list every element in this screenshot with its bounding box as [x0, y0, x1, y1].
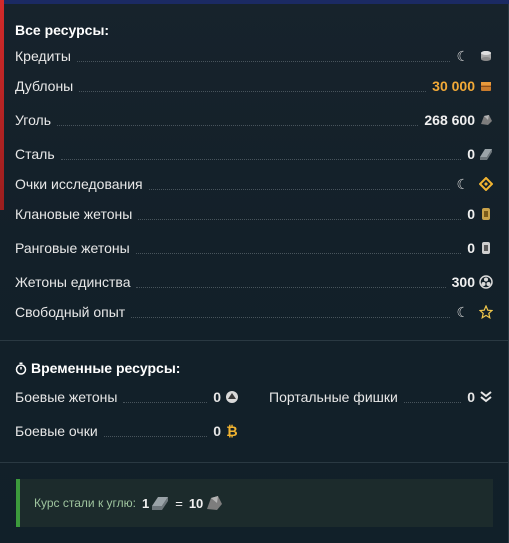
coal-amount: 10: [188, 495, 204, 511]
clan-token-icon: [482, 208, 490, 220]
dotted-leader: [138, 218, 462, 220]
resource-label: Сталь: [15, 146, 55, 162]
credits-icon: [481, 51, 491, 61]
temporary-resources-title: Временные ресурсы:: [31, 360, 181, 376]
resource-value: 0: [467, 206, 475, 222]
steel-amount: 1: [141, 495, 150, 511]
ranked-token-icon: [482, 242, 490, 254]
steel-icon: [152, 497, 169, 510]
equals-sign: =: [175, 495, 183, 511]
resource-row-clan-tokens: Клановые жетоны 0: [15, 204, 493, 224]
dotted-leader: [79, 90, 427, 92]
resource-label: Ранговые жетоны: [15, 240, 130, 256]
doubloons-icon: [481, 82, 491, 91]
temp-row-battle-tokens: Боевые жетоны 0: [15, 387, 239, 407]
resource-row-doubloons: Дублоны 30 000: [15, 76, 493, 96]
dotted-leader: [60, 158, 462, 160]
resource-row-free-xp: Свободный опыт ☾: [15, 302, 493, 322]
resources-panel: Все ресурсы: Кредиты ☾ Дублоны 30 000 Уг…: [0, 0, 509, 543]
dotted-leader: [148, 188, 451, 190]
temp-row-battle-points: Боевые очки 0 ₿: [15, 421, 239, 441]
dotted-leader: [403, 401, 462, 403]
resource-value: 0: [213, 423, 221, 439]
resource-row-ranked-tokens: Ранговые жетоны 0: [15, 238, 493, 258]
resource-row-steel: Сталь 0: [15, 144, 493, 164]
resource-value: 268 600: [424, 112, 475, 128]
temporary-resources-header: Временные ресурсы:: [15, 360, 180, 376]
left-accent-bar: [0, 0, 4, 210]
all-resources-title: Все ресурсы:: [15, 22, 110, 38]
section-divider: [0, 340, 509, 341]
steel-coal-exchange-box: Курс стали к углю: 1 = 10: [16, 479, 493, 527]
resource-value: 0: [213, 389, 221, 405]
dotted-leader: [131, 316, 451, 318]
resource-label: Боевые жетоны: [15, 389, 118, 405]
dotted-leader: [123, 401, 208, 403]
resource-label: Боевые очки: [15, 423, 98, 439]
portal-chip-icon: [480, 391, 492, 403]
resource-value: 0: [467, 389, 475, 405]
dotted-leader: [103, 435, 208, 437]
resource-label: Портальные фишки: [269, 389, 398, 405]
temp-row-portal-chips: Портальные фишки 0: [269, 387, 493, 407]
dotted-leader: [135, 252, 462, 254]
dotted-leader: [136, 286, 446, 288]
steel-icon: [480, 149, 492, 160]
top-accent-bar: [0, 0, 509, 4]
resource-label: Жетоны единства: [15, 274, 131, 290]
resource-label: Уголь: [15, 112, 52, 128]
resource-row-coal: Уголь 268 600: [15, 110, 493, 130]
loading-moon-icon: ☾: [456, 175, 469, 192]
free-xp-star-icon: [479, 305, 493, 319]
exchange-text: Курс стали к углю:: [34, 496, 136, 510]
stopwatch-icon: [15, 362, 27, 375]
battle-token-icon: [226, 391, 238, 403]
coal-icon: [207, 496, 223, 510]
resource-value: 300: [451, 274, 475, 290]
resource-value: 0: [467, 146, 475, 162]
section-divider: [0, 462, 509, 463]
unity-token-icon: [479, 275, 493, 289]
resource-value: 0: [467, 240, 475, 256]
resource-label: Клановые жетоны: [15, 206, 133, 222]
coal-icon: [481, 115, 492, 125]
resource-label: Свободный опыт: [15, 304, 126, 320]
resource-label: Дублоны: [15, 78, 74, 94]
loading-moon-icon: ☾: [456, 47, 469, 64]
loading-moon-icon: ☾: [456, 303, 469, 320]
resource-row-credits: Кредиты ☾: [15, 46, 493, 66]
research-points-icon: [479, 177, 493, 191]
resource-label: Очки исследования: [15, 176, 143, 192]
resource-value: 30 000: [432, 78, 475, 94]
resource-label: Кредиты: [15, 48, 71, 64]
battle-points-icon: ₿: [226, 423, 238, 439]
resource-row-unity-tokens: Жетоны единства 300: [15, 272, 493, 292]
resource-row-research-points: Очки исследования ☾: [15, 174, 493, 194]
dotted-leader: [57, 124, 419, 126]
dotted-leader: [76, 60, 451, 62]
